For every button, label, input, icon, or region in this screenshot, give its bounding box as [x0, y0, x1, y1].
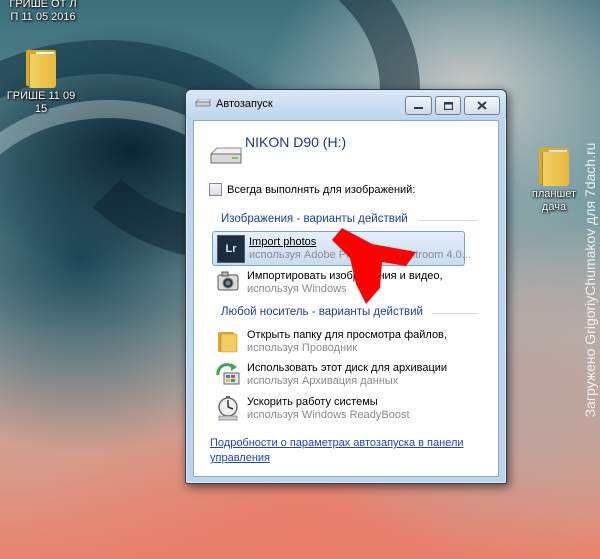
- option-title: Открыть папку для просмотра файлов,: [247, 329, 447, 341]
- option-subtitle: используя Проводник: [247, 342, 358, 354]
- desktop-label-line2: П 11 05 2016: [10, 11, 76, 23]
- desktop-label-line1: ГРИШЕ ОТ Л: [9, 0, 77, 10]
- option-title: Импортировать изображения и видео,: [247, 270, 443, 282]
- removable-drive-icon: [209, 147, 242, 164]
- always-do-row[interactable]: Всегда выполнять для изображений:: [209, 183, 415, 196]
- close-icon: [477, 101, 487, 110]
- option-backup[interactable]: Использовать этот диск для архивации исп…: [211, 358, 471, 391]
- always-do-checkbox[interactable]: [209, 183, 222, 196]
- minimize-button[interactable]: [405, 96, 432, 115]
- watermark: Загружено GrigoriyChumakov для 7dach.ru: [578, 0, 600, 559]
- folder-label: планшет дача: [531, 188, 577, 213]
- folder-icon: [24, 48, 58, 88]
- drive-icon: [195, 99, 211, 107]
- section-divider: [418, 220, 478, 221]
- title-bar[interactable]: Автозапуск: [186, 90, 506, 118]
- folder-icon: [537, 146, 571, 186]
- desktop-folder-grishe[interactable]: ГРИШЕ 11 09 15: [6, 48, 76, 116]
- readyboost-icon: [218, 396, 238, 421]
- option-readyboost[interactable]: Ускорить работу системы используя Window…: [211, 392, 471, 425]
- option-title: Ускорить работу системы: [247, 396, 378, 408]
- autoplay-settings-link[interactable]: Подробности о параметрах автозапуска в п…: [210, 436, 482, 466]
- option-subtitle: используя Windows: [247, 283, 347, 295]
- section-any-media-heading: Любой носитель - варианты действий: [221, 306, 423, 318]
- option-import-windows[interactable]: Импортировать изображения и видео, испол…: [211, 266, 471, 299]
- backup-icon: [216, 363, 240, 385]
- option-title: Использовать этот диск для архивации: [247, 362, 448, 374]
- camera-icon: [217, 271, 239, 291]
- close-button[interactable]: [464, 96, 500, 115]
- window-title: Автозапуск: [216, 98, 273, 110]
- watermark-text: Загружено GrigoriyChumakov для 7dach.ru: [582, 142, 598, 417]
- folder-label: ГРИШЕ 11 09 15: [6, 90, 76, 115]
- option-subtitle: используя Архивация данных: [247, 375, 399, 387]
- option-open-folder[interactable]: Открыть папку для просмотра файлов, испо…: [211, 325, 471, 358]
- device-name: NIKON D90 (H:): [245, 134, 347, 150]
- autoplay-dialog: Автозапуск NIKON D90 (H:) Всегда выполня…: [185, 89, 507, 484]
- lightroom-icon: Lr: [217, 235, 245, 263]
- option-subtitle: используя Adobe Photoshop Lightroom 4.0.…: [249, 249, 471, 261]
- desktop-shortcut-top[interactable]: ГРИШЕ ОТ Л П 11 05 2016: [8, 0, 78, 24]
- minimize-icon: [414, 106, 423, 109]
- option-title: Import photos: [249, 236, 317, 248]
- option-subtitle: используя Windows ReadyBoost: [247, 409, 410, 421]
- section-images-heading: Изображения - варианты действий: [221, 213, 408, 225]
- maximize-button[interactable]: [435, 96, 461, 115]
- always-do-label: Всегда выполнять для изображений:: [227, 183, 416, 196]
- option-import-photos-lightroom[interactable]: Lr Import photos используя Adobe Photosh…: [212, 231, 471, 266]
- section-divider: [432, 313, 478, 314]
- maximize-icon: [443, 101, 453, 110]
- dialog-content: NIKON D90 (H:) Всегда выполнять для изоб…: [193, 120, 499, 477]
- folder-icon: [218, 332, 238, 353]
